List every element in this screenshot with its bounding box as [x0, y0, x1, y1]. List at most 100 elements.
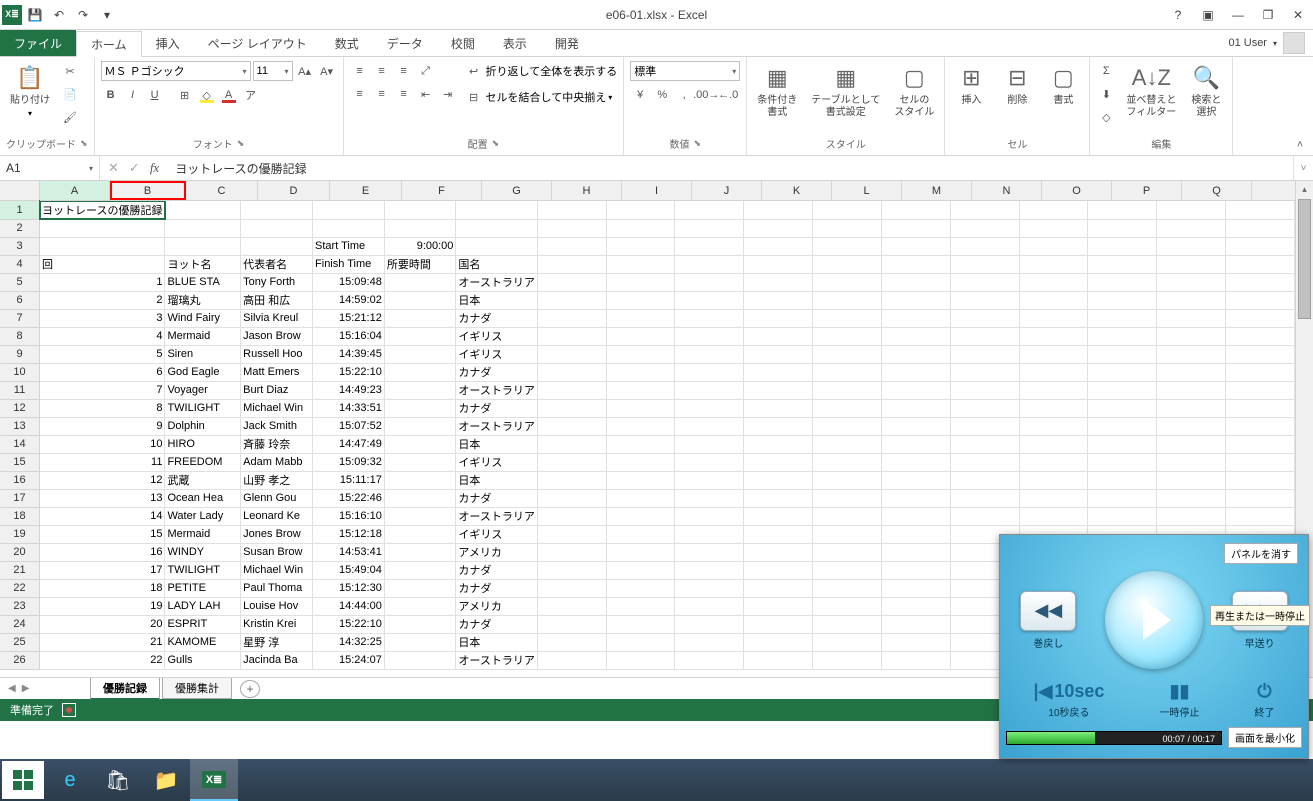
cell[interactable] [950, 237, 1019, 255]
clear-button[interactable]: ◇ [1096, 107, 1116, 127]
cell[interactable]: 高田 和広 [241, 291, 313, 309]
cell[interactable] [606, 525, 675, 543]
row-header[interactable]: 1 [0, 201, 40, 219]
conditional-format-button[interactable]: ▦条件付き 書式 [753, 61, 801, 121]
cell[interactable] [881, 201, 950, 219]
scroll-thumb[interactable] [1298, 199, 1311, 319]
row-header[interactable]: 18 [0, 507, 40, 525]
cell[interactable] [537, 651, 606, 669]
cell[interactable] [606, 345, 675, 363]
cell[interactable]: 14 [40, 507, 165, 525]
cell[interactable] [606, 651, 675, 669]
name-box[interactable]: A1▾ [0, 156, 100, 180]
row-header[interactable]: 7 [0, 309, 40, 327]
cell[interactable]: イギリス [456, 327, 537, 345]
cell[interactable] [1019, 201, 1088, 219]
cell[interactable]: 日本 [456, 291, 537, 309]
align-right-button[interactable]: ≡ [394, 84, 414, 104]
cell[interactable]: 14:44:00 [313, 597, 385, 615]
qat-customize[interactable]: ▾ [96, 4, 118, 26]
tab-view[interactable]: 表示 [489, 30, 541, 56]
cell[interactable] [744, 579, 813, 597]
cell[interactable] [606, 543, 675, 561]
cell[interactable]: Jack Smith [241, 417, 313, 435]
cell[interactable] [813, 651, 882, 669]
sheet-tab-2[interactable]: 優勝集計 [162, 678, 232, 699]
cell[interactable]: Burt Diaz [241, 381, 313, 399]
cell[interactable] [950, 291, 1019, 309]
cell[interactable] [675, 201, 744, 219]
cell[interactable] [606, 309, 675, 327]
cell[interactable] [537, 219, 606, 237]
cell[interactable] [881, 381, 950, 399]
cell[interactable] [537, 417, 606, 435]
fill-button[interactable]: ⬇ [1096, 84, 1116, 104]
cell[interactable]: Dolphin [165, 417, 241, 435]
cell[interactable]: 19 [40, 597, 165, 615]
cell[interactable] [675, 561, 744, 579]
decrease-indent-button[interactable]: ⇤ [416, 84, 436, 104]
cell[interactable] [384, 291, 456, 309]
cell[interactable] [1157, 507, 1226, 525]
cell[interactable] [813, 597, 882, 615]
cell[interactable]: Start Time [313, 237, 385, 255]
sheet-tab-1[interactable]: 優勝記録 [90, 678, 160, 700]
cell[interactable] [1157, 435, 1226, 453]
cell[interactable] [1088, 363, 1157, 381]
cell[interactable]: Leonard Ke [241, 507, 313, 525]
cell[interactable] [1019, 417, 1088, 435]
row-header[interactable]: 15 [0, 453, 40, 471]
cell[interactable]: 10 [40, 435, 165, 453]
cell[interactable] [813, 219, 882, 237]
cell[interactable] [1157, 453, 1226, 471]
cell[interactable]: Matt Emers [241, 363, 313, 381]
cell[interactable]: 7 [40, 381, 165, 399]
cell[interactable]: 14:33:51 [313, 399, 385, 417]
cell[interactable] [881, 327, 950, 345]
cell[interactable] [744, 255, 813, 273]
cell[interactable] [537, 579, 606, 597]
cell[interactable]: LADY LAH [165, 597, 241, 615]
cell[interactable] [1019, 435, 1088, 453]
cell[interactable] [881, 417, 950, 435]
align-left-button[interactable]: ≡ [350, 84, 370, 104]
cell[interactable]: Michael Win [241, 399, 313, 417]
cell[interactable] [744, 543, 813, 561]
cell[interactable] [1019, 255, 1088, 273]
row-header[interactable]: 3 [0, 237, 40, 255]
cell[interactable] [950, 219, 1019, 237]
cell[interactable]: 11 [40, 453, 165, 471]
phonetic-button[interactable]: ア [241, 85, 261, 105]
cell[interactable]: God Eagle [165, 363, 241, 381]
cell[interactable] [675, 363, 744, 381]
cell[interactable] [675, 543, 744, 561]
cell[interactable]: Paul Thoma [241, 579, 313, 597]
insert-cells-button[interactable]: ⊞挿入 [951, 61, 991, 109]
cell[interactable]: Susan Brow [241, 543, 313, 561]
cell[interactable] [1019, 471, 1088, 489]
cell[interactable] [537, 489, 606, 507]
cell[interactable] [1225, 507, 1294, 525]
cell[interactable] [744, 237, 813, 255]
cell[interactable] [744, 453, 813, 471]
row-header[interactable]: 24 [0, 615, 40, 633]
cell[interactable]: 武蔵 [165, 471, 241, 489]
cell[interactable]: 15:16:10 [313, 507, 385, 525]
cell[interactable]: Jacinda Ba [241, 651, 313, 669]
cell[interactable] [456, 201, 537, 219]
ribbon-display-options[interactable]: ▣ [1193, 4, 1223, 26]
qat-undo[interactable]: ↶ [48, 4, 70, 26]
cell[interactable]: 3 [40, 309, 165, 327]
tab-page-layout[interactable]: ページ レイアウト [194, 30, 321, 56]
row-header[interactable]: 14 [0, 435, 40, 453]
minimize-screen-button[interactable]: 画面を最小化 [1228, 727, 1302, 748]
cell[interactable] [1225, 291, 1294, 309]
cell[interactable] [241, 201, 313, 219]
cell[interactable] [881, 435, 950, 453]
cell[interactable] [606, 471, 675, 489]
cell[interactable] [1225, 345, 1294, 363]
cell[interactable] [384, 471, 456, 489]
cell[interactable] [1019, 399, 1088, 417]
cell[interactable] [606, 219, 675, 237]
cell[interactable] [813, 399, 882, 417]
